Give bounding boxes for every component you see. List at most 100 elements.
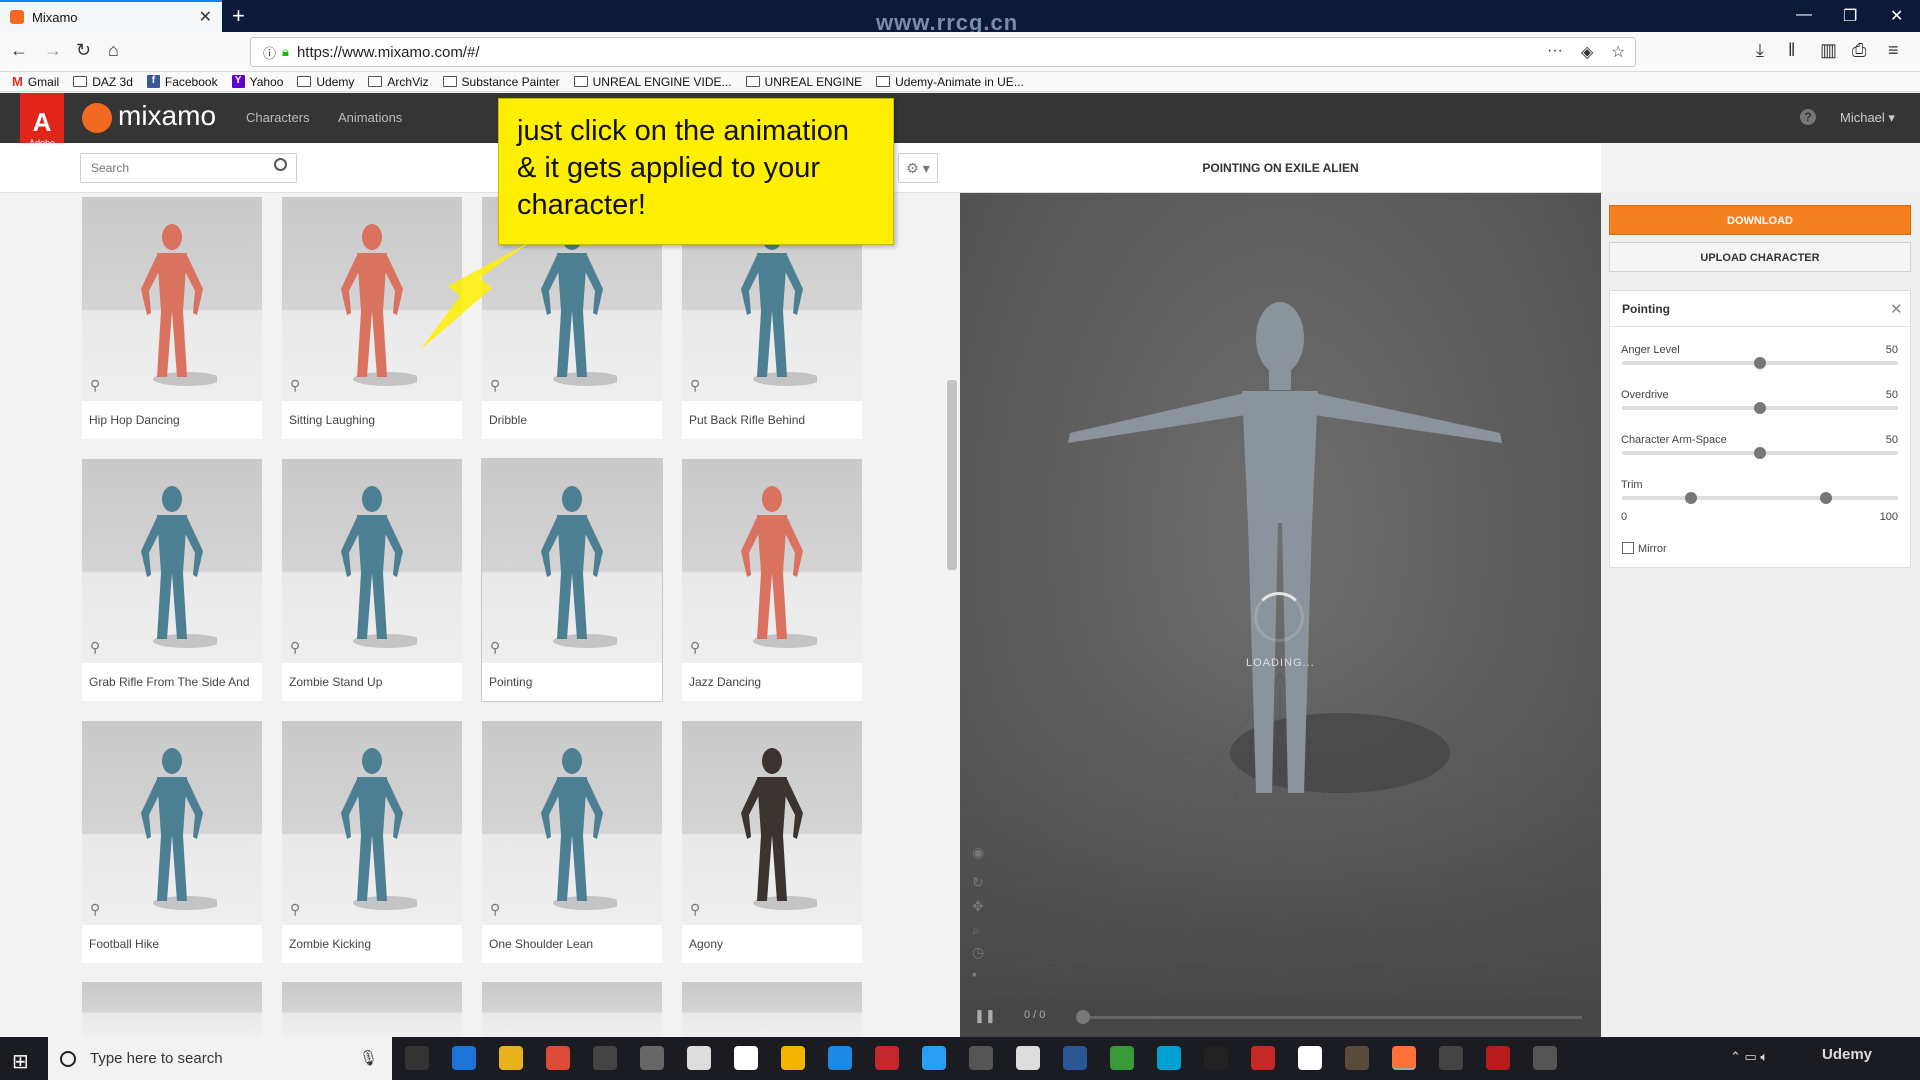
mixamo-logo-text[interactable]: mixamo <box>118 100 216 132</box>
menu-icon[interactable]: ≡ <box>1888 40 1899 61</box>
animation-card[interactable]: ⚲ Football Hike <box>82 721 262 963</box>
forward-icon[interactable]: → <box>44 40 62 61</box>
bookmark-item[interactable]: M Gmail <box>12 74 59 89</box>
bookmark-item[interactable]: UNREAL ENGINE <box>745 75 862 89</box>
taskbar-app-icon[interactable] <box>1533 1046 1557 1070</box>
taskbar-app-icon[interactable] <box>1392 1046 1416 1070</box>
page-actions-icon[interactable]: ··· <box>1547 42 1563 60</box>
taskbar-app-icon[interactable] <box>922 1046 946 1070</box>
trim-start-handle[interactable] <box>1685 492 1697 504</box>
taskbar-search-input[interactable]: Type here to search 🎙︎ <box>48 1037 392 1080</box>
grid-scrollbar[interactable] <box>946 200 958 1035</box>
timeline-track[interactable] <box>1082 1016 1582 1019</box>
taskbar-app-icon[interactable] <box>1110 1046 1134 1070</box>
download-icon[interactable]: ⤓ <box>1756 40 1764 61</box>
taskbar-app-icon[interactable] <box>546 1046 570 1070</box>
search-input[interactable] <box>80 153 297 183</box>
taskbar-app-icon[interactable] <box>875 1046 899 1070</box>
user-menu[interactable]: Michael ▾ <box>1840 110 1895 126</box>
animation-card-partial[interactable] <box>282 982 462 1037</box>
bookmark-item[interactable]: ArchViz <box>368 75 429 89</box>
taskbar-app-icon[interactable] <box>969 1046 993 1070</box>
bookmark-item[interactable]: Y Yahoo <box>231 75 283 89</box>
camera-icon[interactable]: ▪ <box>972 966 977 982</box>
pause-icon[interactable]: ❚❚ <box>974 1008 996 1024</box>
taskbar-app-icon[interactable] <box>734 1046 758 1070</box>
close-icon[interactable]: ✕ <box>1890 300 1903 318</box>
back-icon[interactable]: ← <box>10 40 28 61</box>
bookmark-item[interactable]: Substance Painter <box>442 75 560 89</box>
url-bar[interactable]: ⓘ 🔒︎ https://www.mixamo.com/#/ ··· ◈ ☆ <box>250 37 1636 67</box>
animation-card[interactable]: ⚲ Grab Rifle From The Side And <box>82 459 262 701</box>
taskbar-app-icon[interactable] <box>1345 1046 1369 1070</box>
mixamo-logo-icon[interactable] <box>82 103 112 133</box>
slider-handle[interactable] <box>1754 402 1766 414</box>
library-icon[interactable]: ‖ <box>1788 40 1795 61</box>
nav-animations[interactable]: Animations <box>338 110 402 125</box>
animation-card[interactable]: ⚲ Pointing <box>482 459 662 701</box>
taskbar-app-icon[interactable] <box>499 1046 523 1070</box>
taskbar-app-icon[interactable] <box>1157 1046 1181 1070</box>
sidebar-icon[interactable]: ▥ <box>1820 40 1837 61</box>
taskbar-app-icon[interactable] <box>828 1046 852 1070</box>
restore-icon[interactable]: ❐ <box>1843 6 1857 26</box>
pocket-icon[interactable]: ◈ <box>1581 42 1593 62</box>
taskbar-app-icon[interactable] <box>1016 1046 1040 1070</box>
animation-card-partial[interactable] <box>682 982 862 1037</box>
taskbar-app-icon[interactable] <box>1298 1046 1322 1070</box>
bookmark-star-icon[interactable]: ☆ <box>1611 42 1625 62</box>
taskbar-app-icon[interactable] <box>687 1046 711 1070</box>
timeline-scrubber[interactable] <box>1076 1010 1090 1024</box>
grid-scroll-thumb[interactable] <box>947 380 957 570</box>
taskbar-app-icon[interactable] <box>1251 1046 1275 1070</box>
taskbar-app-icon[interactable] <box>405 1046 429 1070</box>
new-tab-icon[interactable]: + <box>232 3 245 29</box>
clock-icon[interactable]: ◷ <box>972 944 984 961</box>
animation-card[interactable]: ⚲ One Shoulder Lean <box>482 721 662 963</box>
animation-card[interactable]: ⚲ Jazz Dancing <box>682 459 862 701</box>
zoom-icon[interactable]: ⌕ <box>972 922 980 939</box>
microphone-icon[interactable]: 🎙︎ <box>359 1049 378 1067</box>
system-tray-icons[interactable]: ⌃ ▭ 🔈︎ <box>1730 1049 1768 1065</box>
download-button[interactable]: DOWNLOAD <box>1609 205 1911 235</box>
taskbar-app-icon[interactable] <box>1486 1046 1510 1070</box>
slider-handle[interactable] <box>1754 357 1766 369</box>
taskbar-app-icon[interactable] <box>593 1046 617 1070</box>
view-icon[interactable]: ◉ <box>972 844 984 861</box>
help-icon[interactable]: ? <box>1800 109 1816 125</box>
print-icon[interactable]: ⎙ <box>1852 40 1866 61</box>
bookmark-item[interactable]: UNREAL ENGINE VIDE... <box>573 75 732 89</box>
browser-tab[interactable]: Mixamo ✕ <box>0 0 222 32</box>
upload-character-button[interactable]: UPLOAD CHARACTER <box>1609 242 1911 272</box>
bookmark-item[interactable]: Udemy-Animate in UE... <box>876 75 1024 89</box>
settings-gear-button[interactable]: ⚙ ▾ <box>898 153 938 183</box>
bookmark-item[interactable]: Udemy <box>297 75 354 89</box>
close-window-icon[interactable]: ✕ <box>1890 6 1903 26</box>
taskbar-app-icon[interactable] <box>781 1046 805 1070</box>
info-icon[interactable]: ⓘ <box>263 43 276 62</box>
bookmark-item[interactable]: DAZ 3d <box>73 75 133 89</box>
nav-characters[interactable]: Characters <box>246 110 310 125</box>
rotate-icon[interactable]: ↻ <box>972 874 984 891</box>
taskbar-app-icon[interactable] <box>640 1046 664 1070</box>
animation-card-partial[interactable] <box>482 982 662 1037</box>
close-tab-icon[interactable]: ✕ <box>199 7 212 27</box>
bookmark-item[interactable]: f Facebook <box>146 75 218 89</box>
taskbar-app-icon[interactable] <box>1204 1046 1228 1070</box>
trim-track[interactable] <box>1622 496 1898 500</box>
windows-start-icon[interactable]: ⊞ <box>12 1049 29 1074</box>
animation-card[interactable]: ⚲ Agony <box>682 721 862 963</box>
pan-icon[interactable]: ✥ <box>972 898 984 915</box>
animation-card[interactable]: ⚲ Hip Hop Dancing <box>82 197 262 439</box>
reload-icon[interactable]: ↻ <box>76 40 91 61</box>
home-icon[interactable]: ⌂ <box>108 40 119 61</box>
search-icon[interactable] <box>274 158 287 171</box>
minimize-icon[interactable]: — <box>1796 6 1812 24</box>
taskbar-app-icon[interactable] <box>1063 1046 1087 1070</box>
taskbar-app-icon[interactable] <box>452 1046 476 1070</box>
animation-card[interactable]: ⚲ Zombie Kicking <box>282 721 462 963</box>
taskbar-app-icon[interactable] <box>1439 1046 1463 1070</box>
slider-handle[interactable] <box>1754 447 1766 459</box>
animation-card[interactable]: ⚲ Zombie Stand Up <box>282 459 462 701</box>
mirror-checkbox[interactable] <box>1622 542 1634 554</box>
